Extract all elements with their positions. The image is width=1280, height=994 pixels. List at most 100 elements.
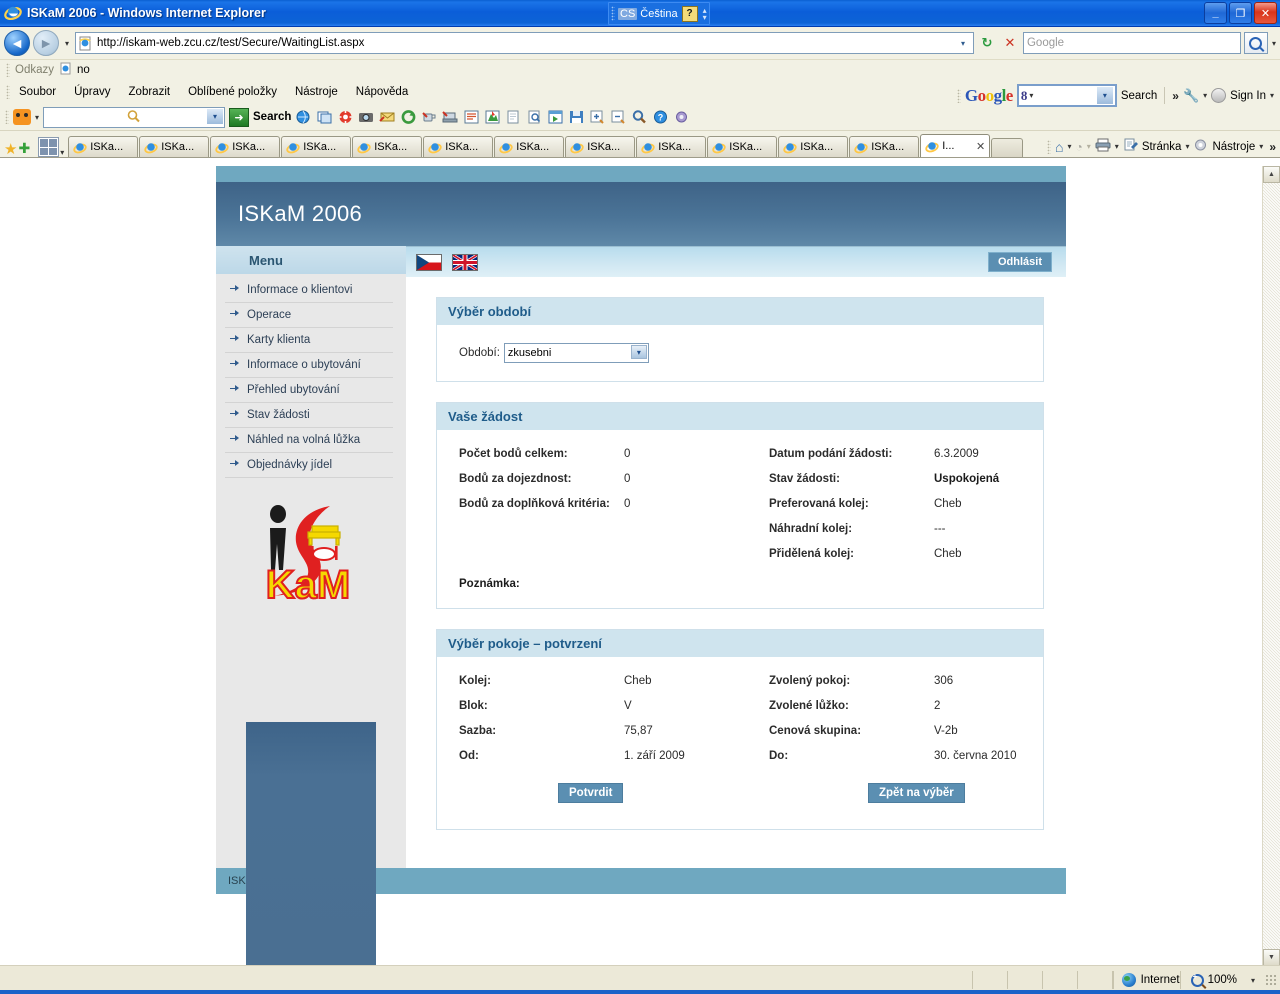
tab-6[interactable]: ISKa... — [494, 136, 565, 157]
close-icon[interactable]: ✕ — [976, 140, 985, 153]
address-chevron-down-icon[interactable]: ▾ — [954, 35, 971, 51]
sidebar-item-objednavky-jidel[interactable]: Objednávky jídel — [225, 453, 393, 478]
maximize-button[interactable]: ❐ — [1229, 2, 1252, 24]
settings-icon[interactable] — [673, 109, 690, 125]
drag-grip-icon[interactable] — [611, 6, 615, 21]
new-page-icon[interactable] — [505, 109, 522, 125]
chevron-down-icon[interactable]: ▾ — [630, 345, 647, 359]
flag-gb-icon[interactable] — [452, 253, 478, 271]
bookmark-icon[interactable] — [484, 109, 501, 125]
logout-button[interactable]: Odhlásit — [987, 252, 1052, 272]
sidebar-item-stav-zadosti[interactable]: Stav žádosti — [225, 403, 393, 428]
tab-9[interactable]: ISKa... — [707, 136, 778, 157]
tab-2[interactable]: ISKa... — [210, 136, 281, 157]
zoom-in-icon[interactable] — [589, 109, 606, 125]
menu-oblibene-polozky[interactable]: Oblíbené položky — [179, 84, 286, 100]
tools-chevron-down-icon[interactable]: ▾ — [1259, 142, 1263, 151]
sidebar-item-karty-klienta[interactable]: Karty klienta — [225, 328, 393, 353]
links-drag-grip-icon[interactable] — [6, 63, 10, 77]
page-menu-icon[interactable] — [1123, 138, 1138, 155]
tab-5[interactable]: ISKa... — [423, 136, 494, 157]
minimize-button[interactable]: _ — [1204, 2, 1227, 24]
language-bar-options-icon[interactable]: ▴ ▾ — [703, 6, 707, 21]
zoom-out-icon[interactable] — [610, 109, 627, 125]
google-drag-grip-icon[interactable] — [956, 88, 961, 103]
tab-4[interactable]: ISKa... — [352, 136, 423, 157]
language-bar[interactable]: CS Čeština ? ▴ ▾ — [608, 2, 710, 25]
sidebar-item-nahled-na-volna-luzka[interactable]: Náhled na volná lůžka — [225, 428, 393, 453]
search-provider-chevron-down-icon[interactable]: ▾ — [1272, 39, 1276, 48]
tools-gear-icon[interactable] — [1193, 138, 1208, 155]
tab-list-chevron-down-icon[interactable]: ▾ — [60, 148, 64, 157]
yahoo-search-input[interactable]: ▾ — [43, 106, 226, 128]
media-play-icon[interactable] — [547, 109, 564, 125]
stop-button[interactable]: ✕ — [1000, 33, 1020, 53]
magnifier-icon[interactable] — [631, 109, 648, 125]
list-icon[interactable] — [463, 109, 480, 125]
forward-button[interactable]: ► — [33, 30, 59, 56]
menu-upravy[interactable]: Úpravy — [65, 84, 119, 100]
save-icon[interactable] — [568, 109, 585, 125]
sidebar-item-informace-o-klientovi[interactable]: Informace o klientovi — [225, 278, 393, 303]
sidebar-item-informace-o-ubytovani[interactable]: Informace o ubytování — [225, 353, 393, 378]
refresh-green-icon[interactable] — [400, 109, 417, 125]
link-item-no[interactable]: no — [77, 64, 90, 76]
menu-napoveda[interactable]: Nápověda — [347, 84, 417, 100]
menu-zobrazit[interactable]: Zobrazit — [120, 84, 180, 100]
yahoo-logo-icon[interactable] — [13, 109, 31, 125]
add-favorite-icon[interactable]: ✚ — [18, 140, 30, 157]
address-url-text[interactable]: http://iskam-web.zcu.cz/test/Secure/Wait… — [97, 37, 364, 49]
mail-icon[interactable] — [379, 109, 396, 125]
computer-icon[interactable] — [442, 109, 459, 125]
google-history-chevron-down-icon[interactable]: ▾ — [1096, 87, 1113, 104]
google-sign-in-label[interactable]: Sign In — [1230, 90, 1266, 102]
period-select[interactable]: zkusebni ▾ — [503, 343, 649, 363]
google-search-input[interactable]: 8 ▾ ▾ — [1016, 84, 1117, 107]
tab-1[interactable]: ISKa... — [139, 136, 210, 157]
scrollbar-track[interactable] — [1263, 183, 1280, 949]
home-icon[interactable]: ⌂ — [1055, 139, 1063, 155]
zoom-chevron-down-icon[interactable]: ▾ — [1251, 976, 1255, 985]
yahoo-history-chevron-down-icon[interactable]: ▾ — [207, 108, 224, 124]
refresh-button[interactable]: ↻ — [977, 33, 997, 53]
cup-icon[interactable] — [421, 109, 438, 125]
google-settings-wrench-icon[interactable]: 🔧 — [1183, 88, 1199, 104]
sidebar-item-prehled-ubytovani[interactable]: Přehled ubytování — [225, 378, 393, 403]
help-icon[interactable]: ? — [652, 109, 669, 125]
yahoo-drag-grip-icon[interactable] — [5, 110, 9, 124]
page-chevron-down-icon[interactable]: ▾ — [1185, 142, 1189, 151]
tab-8[interactable]: ISKa... — [636, 136, 707, 157]
page-menu-label[interactable]: Stránka — [1142, 141, 1182, 153]
lifesaver-icon[interactable] — [337, 109, 354, 125]
sign-in-chevron-down-icon[interactable]: ▾ — [1270, 91, 1274, 100]
language-code[interactable]: CS — [618, 7, 638, 20]
tab-0[interactable]: ISKa... — [68, 136, 139, 157]
page-search-icon[interactable] — [526, 109, 543, 125]
quick-tabs-icon[interactable] — [38, 137, 60, 157]
back-to-selection-button[interactable]: Zpět na výběr — [868, 783, 965, 803]
yahoo-go-button[interactable]: ➜ — [229, 107, 250, 127]
menu-soubor[interactable]: Soubor — [10, 84, 65, 100]
google-settings-chevron-down-icon[interactable]: ▾ — [1203, 91, 1207, 100]
home-chevron-down-icon[interactable]: ▾ — [1068, 142, 1072, 151]
sidebar-item-operace[interactable]: Operace — [225, 303, 393, 328]
zoom-control[interactable]: 100% ▾ — [1179, 971, 1265, 989]
tools-menu-label[interactable]: Nástroje — [1212, 141, 1255, 153]
search-web-icon[interactable] — [295, 109, 312, 125]
flag-cz-icon[interactable] — [416, 253, 442, 271]
search-button[interactable] — [1243, 32, 1268, 54]
security-zone[interactable]: Internet — [1112, 971, 1180, 989]
print-chevron-down-icon[interactable]: ▾ — [1115, 142, 1119, 151]
vertical-scrollbar[interactable]: ▲ ▼ — [1262, 166, 1280, 966]
google-box-chevron-down-icon[interactable]: ▾ — [1029, 91, 1033, 100]
google-overflow-icon[interactable]: » — [1172, 89, 1179, 103]
back-button[interactable]: ◄ — [4, 30, 30, 56]
scroll-down-arrow-icon[interactable]: ▼ — [1263, 949, 1280, 966]
feeds-icon[interactable]: ◔ — [1076, 140, 1083, 154]
close-button[interactable]: ✕ — [1254, 2, 1277, 24]
recent-pages-chevron-down-icon[interactable]: ▾ — [65, 39, 69, 48]
tab-7[interactable]: ISKa... — [565, 136, 636, 157]
command-overflow-icon[interactable]: » — [1269, 140, 1276, 154]
command-drag-grip-icon[interactable] — [1047, 139, 1052, 154]
browser-search-input[interactable]: Google — [1022, 32, 1241, 54]
